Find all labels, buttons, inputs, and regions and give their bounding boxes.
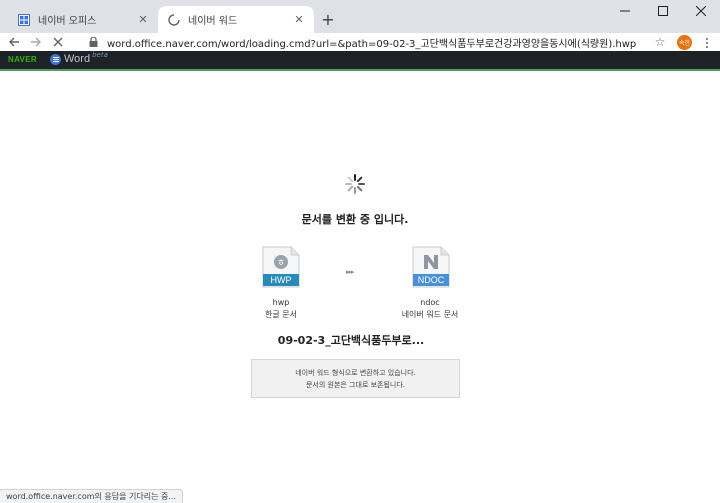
arrow-right-icon (31, 37, 41, 47)
loading-spinner-icon (345, 174, 365, 194)
url-path: /word/loading.cmd?url=&path=09-02-3_고단백식… (217, 38, 637, 50)
source-format-name: hwp (272, 298, 290, 307)
maximize-icon (658, 6, 668, 16)
tab-strip: 네이버 오피스 ✕ 네이버 워드 ✕ + (0, 0, 720, 33)
close-icon[interactable]: ✕ (292, 13, 306, 27)
notice-line: 문서의 원본은 그대로 보존됩니다. (305, 380, 406, 389)
notice-line: 네이버 워드 형식으로 변환하고 있습니다. (295, 368, 416, 377)
loading-panel: 문서를 변환 중 입니다. ㅎ HWP ▸▸▸ NDOC hwp 한글 문서 n… (0, 73, 720, 503)
status-bubble: word.office.naver.com의 응답을 기다리는 중... (0, 489, 184, 503)
office-grid-icon (18, 13, 30, 26)
window-close-button[interactable] (682, 0, 720, 22)
hwp-document-icon: ㅎ HWP (261, 246, 301, 288)
target-format-name: ndoc (420, 298, 440, 307)
naver-word-logo[interactable]: Word beta (50, 51, 108, 65)
document-lines-icon (50, 53, 61, 65)
profile-avatar[interactable]: 속한 (677, 35, 692, 50)
close-icon[interactable]: ✕ (136, 13, 150, 27)
tab-naver-word[interactable]: 네이버 워드 ✕ (158, 6, 314, 33)
new-tab-button[interactable]: + (318, 9, 338, 29)
close-icon (696, 6, 706, 16)
converting-heading: 문서를 변환 중 입니다. (301, 213, 409, 226)
word-label: Word (64, 53, 91, 65)
document-filename: 09-02-3_고단백식품두부로... (277, 334, 425, 347)
bookmark-star-icon[interactable]: ☆ (652, 34, 668, 50)
lock-icon (88, 37, 98, 47)
target-format-label: ndoc 네이버 워드 문서 (390, 297, 470, 321)
conversion-notice: 네이버 워드 형식으로 변환하고 있습니다. 문서의 원본은 그대로 보존됩니다… (251, 359, 460, 398)
ndoc-document-icon: NDOC (411, 246, 451, 288)
close-icon (53, 37, 63, 47)
url-text: word.office.naver.com/word/loading.cmd?u… (107, 35, 636, 50)
source-format-label: hwp 한글 문서 (241, 297, 321, 321)
naver-app-bar: NAVER Word beta (0, 51, 720, 71)
source-format-desc: 한글 문서 (265, 310, 297, 319)
minimize-button[interactable] (606, 0, 644, 22)
maximize-button[interactable] (644, 0, 682, 22)
hwp-badge: HWP (270, 275, 292, 285)
back-button[interactable] (5, 33, 23, 51)
loading-spinner-icon (168, 13, 180, 26)
svg-text:ㅎ: ㅎ (277, 259, 285, 269)
convert-arrows-icon: ▸▸▸ (346, 268, 354, 276)
naver-logo[interactable]: NAVER (8, 55, 37, 64)
tab-title: 네이버 워드 (188, 16, 238, 27)
browser-toolbar: word.office.naver.com/word/loading.cmd?u… (0, 33, 720, 51)
stop-loading-button[interactable] (49, 33, 67, 51)
more-menu-icon[interactable] (700, 35, 714, 50)
arrow-left-icon (9, 37, 19, 47)
beta-label: beta (92, 51, 108, 59)
address-bar[interactable]: word.office.naver.com/word/loading.cmd?u… (88, 33, 670, 51)
forward-button[interactable] (27, 33, 45, 51)
url-host: word.office.naver.com (107, 38, 218, 50)
tab-title: 네이버 오피스 (38, 16, 97, 27)
minimize-icon (620, 10, 630, 12)
ndoc-badge: NDOC (417, 275, 445, 285)
target-format-desc: 네이버 워드 문서 (401, 310, 459, 319)
tab-naver-office[interactable]: 네이버 오피스 ✕ (8, 6, 158, 33)
